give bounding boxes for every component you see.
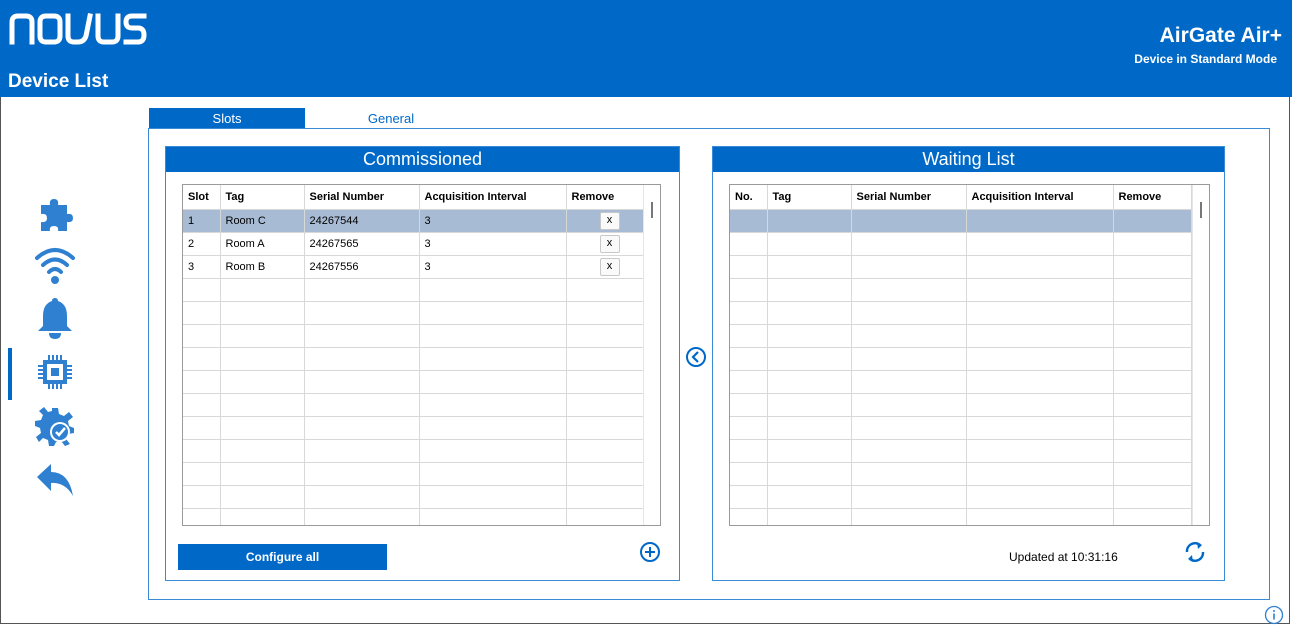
cell-tag: Room C [220,209,305,233]
empty-row [183,347,645,371]
empty-row [730,255,1192,279]
table-row[interactable]: 2 Room A 24267565 3 x [183,232,645,256]
chip-icon [38,355,72,389]
empty-row [730,416,1192,440]
cell-tag: Room A [220,232,305,256]
table-header-row: Slot Tag Serial Number Acquisition Inter… [183,185,645,210]
empty-row [730,370,1192,394]
empty-row [730,462,1192,486]
remove-button[interactable]: x [599,212,620,230]
cell-slot: 3 [183,255,221,279]
empty-row[interactable] [730,209,1192,233]
cell-remove: x [566,209,645,233]
commissioned-panel: Commissioned Slot Tag Serial Number Acqu… [165,146,680,581]
empty-row [730,393,1192,417]
cell-remove: x [566,255,645,279]
tab-general[interactable]: General [305,108,477,128]
cell-slot: 2 [183,232,221,256]
sidebar-item-wifi[interactable] [30,242,80,286]
bell-icon [38,298,72,339]
device-mode-label: Device in Standard Mode [1134,52,1277,66]
table-header-row: No. Tag Serial Number Acquisition Interv… [730,185,1192,210]
waiting-list-table[interactable]: No. Tag Serial Number Acquisition Interv… [729,184,1210,526]
cell-serial: 24267556 [304,255,420,279]
empty-row [730,232,1192,256]
waiting-list-panel: Waiting List No. Tag Serial Number Acqui… [712,146,1225,581]
empty-row [730,485,1192,509]
novus-logo [8,10,150,51]
column-header-tag[interactable]: Tag [220,185,305,210]
empty-row [183,393,645,417]
scrollbar-thumb[interactable] [1200,202,1202,218]
configure-all-button[interactable]: Configure all [178,544,387,570]
table-row[interactable]: 1 Room C 24267544 3 x [183,209,645,233]
add-icon[interactable] [639,541,661,568]
wifi-icon [35,248,75,284]
empty-row [730,301,1192,325]
empty-row [730,508,1192,525]
back-arrow-icon [37,464,73,496]
empty-row [183,508,645,525]
table-row[interactable]: 3 Room B 24267556 3 x [183,255,645,279]
empty-row [730,439,1192,463]
empty-row [183,301,645,325]
column-header-serial-number[interactable]: Serial Number [851,185,967,210]
column-header-acquisition-interval[interactable]: Acquisition Interval [419,185,567,210]
column-header-no[interactable]: No. [730,185,768,210]
cell-interval: 3 [419,255,567,279]
commissioned-table[interactable]: Slot Tag Serial Number Acquisition Inter… [182,184,661,526]
cell-slot: 1 [183,209,221,233]
waiting-list-title: Waiting List [713,147,1224,172]
cell-interval: 3 [419,209,567,233]
sidebar-item-alarms[interactable] [30,296,80,340]
column-header-acquisition-interval[interactable]: Acquisition Interval [966,185,1114,210]
commissioned-title: Commissioned [166,147,679,172]
column-header-slot[interactable]: Slot [183,185,221,210]
app-name: AirGate Air+ [1159,24,1282,47]
remove-button[interactable]: x [599,258,620,276]
empty-row [183,485,645,509]
sidebar-item-puzzle[interactable] [30,193,80,237]
refresh-icon[interactable] [1183,540,1207,569]
sidebar-item-settings[interactable] [30,404,80,448]
empty-row [183,370,645,394]
updated-timestamp: Updated at 10:31:16 [1009,550,1118,564]
commissioned-scrollbar[interactable] [643,185,660,525]
empty-row [183,462,645,486]
empty-row [183,439,645,463]
remove-button[interactable]: x [599,235,620,253]
cell-interval: 3 [419,232,567,256]
waiting-list-scrollbar[interactable] [1192,185,1209,525]
column-header-remove[interactable]: Remove [1113,185,1192,210]
empty-row [730,347,1192,371]
cell-serial: 24267565 [304,232,420,256]
page-title: Device List [8,71,109,92]
info-icon[interactable] [1264,605,1284,630]
column-header-serial-number[interactable]: Serial Number [304,185,420,210]
puzzle-icon [41,199,73,231]
empty-row [183,324,645,348]
cell-tag: Room B [220,255,305,279]
sidebar-item-back[interactable] [30,458,80,502]
sidebar-active-indicator [8,348,12,400]
empty-row [183,278,645,302]
gear-check-icon [35,407,74,446]
scrollbar-thumb[interactable] [651,202,653,218]
app-header: Device List AirGate Air+ Device in Stand… [0,0,1292,97]
empty-row [730,324,1192,348]
cell-serial: 24267544 [304,209,420,233]
empty-row [183,416,645,440]
column-header-tag[interactable]: Tag [767,185,852,210]
tab-slots[interactable]: Slots [149,108,305,128]
column-header-remove[interactable]: Remove [566,185,645,210]
empty-row [730,278,1192,302]
sidebar-item-devices[interactable] [30,350,80,394]
move-to-commissioned-icon[interactable] [685,346,707,373]
cell-remove: x [566,232,645,256]
